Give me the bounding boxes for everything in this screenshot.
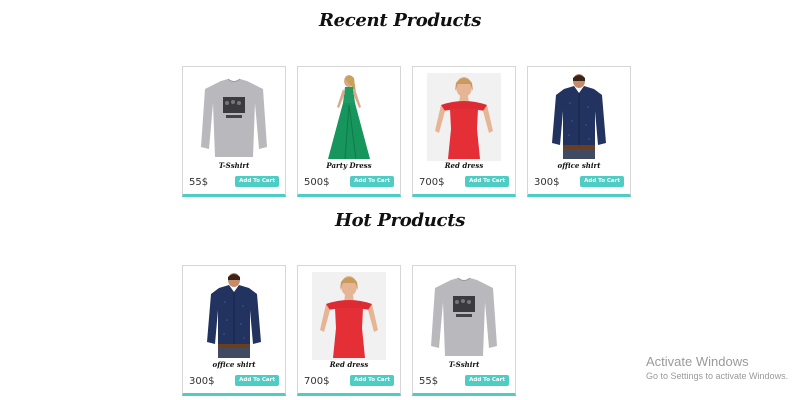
product-price: 700$ <box>419 177 445 188</box>
product-card[interactable]: Party Dress 500$ Add To Cart <box>297 66 401 197</box>
product-name: T-Sshirt <box>448 360 480 369</box>
recent-products-title: Recent Products <box>318 10 482 31</box>
activate-windows-watermark: Activate Windows Go to Settings to activ… <box>646 354 788 381</box>
product-price: 700$ <box>304 376 330 387</box>
product-price: 300$ <box>189 376 215 387</box>
product-price: 300$ <box>534 177 560 188</box>
product-card[interactable]: office shirt 300$ Add To Cart <box>182 265 286 396</box>
product-card[interactable]: Red dress 700$ Add To Cart <box>412 66 516 197</box>
office-shirt-image[interactable] <box>542 73 616 161</box>
product-name: T-Sshirt <box>218 161 250 170</box>
product-name: office shirt <box>212 360 256 369</box>
add-to-cart-button[interactable]: Add To Cart <box>580 176 624 187</box>
add-to-cart-button[interactable]: Add To Cart <box>235 176 279 187</box>
product-price: 55$ <box>419 376 439 387</box>
tshirt-image[interactable] <box>197 73 271 161</box>
add-to-cart-button[interactable]: Add To Cart <box>235 375 279 386</box>
product-name: Red dress <box>329 360 369 369</box>
red-dress-image[interactable] <box>312 272 386 360</box>
office-shirt-image[interactable] <box>197 272 271 360</box>
product-card[interactable]: T-Sshirt 55$ Add To Cart <box>182 66 286 197</box>
watermark-title: Activate Windows <box>646 354 749 369</box>
add-to-cart-button[interactable]: Add To Cart <box>465 176 509 187</box>
add-to-cart-button[interactable]: Add To Cart <box>465 375 509 386</box>
product-price: 500$ <box>304 177 330 188</box>
product-card[interactable]: Red dress 700$ Add To Cart <box>297 265 401 396</box>
hot-products-grid: office shirt 300$ Add To Cart Red dress … <box>182 265 516 396</box>
product-name: office shirt <box>557 161 601 170</box>
recent-products-grid: T-Sshirt 55$ Add To Cart Party Dress 500… <box>182 66 631 197</box>
product-price: 55$ <box>189 177 209 188</box>
product-card[interactable]: T-Sshirt 55$ Add To Cart <box>412 265 516 396</box>
product-name: Party Dress <box>326 161 372 170</box>
add-to-cart-button[interactable]: Add To Cart <box>350 375 394 386</box>
product-name: Red dress <box>444 161 484 170</box>
hot-products-title: Hot Products <box>334 210 466 231</box>
green-dress-image[interactable] <box>312 73 386 161</box>
add-to-cart-button[interactable]: Add To Cart <box>350 176 394 187</box>
watermark-subtitle: Go to Settings to activate Windows. <box>646 371 789 381</box>
red-dress-image[interactable] <box>427 73 501 161</box>
tshirt-image[interactable] <box>427 272 501 360</box>
product-card[interactable]: office shirt 300$ Add To Cart <box>527 66 631 197</box>
